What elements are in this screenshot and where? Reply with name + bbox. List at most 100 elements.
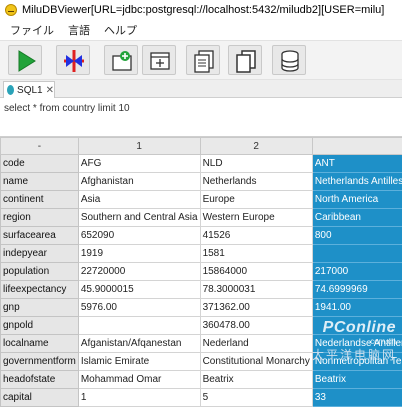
table-cell[interactable]: 74.6999969 <box>312 281 402 299</box>
table-cell[interactable]: Europe <box>200 191 312 209</box>
column-header[interactable]: - <box>1 138 79 155</box>
sql-text[interactable]: select * from country limit 10 <box>4 103 130 114</box>
table-cell[interactable]: 78.3000031 <box>200 281 312 299</box>
table-cell[interactable]: Constitutional Monarchy <box>200 353 312 371</box>
table-cell[interactable]: Western Europe <box>200 209 312 227</box>
table-cell[interactable]: 217000 <box>312 263 402 281</box>
table-cell[interactable]: 45.9000015 <box>78 281 200 299</box>
table-row: nameAfghanistanNetherlandsNetherlands An… <box>1 173 402 191</box>
table-row: lifeexpectancy45.900001578.300003174.699… <box>1 281 402 299</box>
table-cell[interactable]: AFG <box>78 155 200 173</box>
result-table: - 1 2 3 codeAFGNLDANTnameAfghanistanNeth… <box>0 137 402 407</box>
table-row: regionSouthern and Central AsiaWestern E… <box>1 209 402 227</box>
row-header[interactable]: gnp <box>1 299 79 317</box>
database-icon <box>278 49 302 73</box>
row-header[interactable]: population <box>1 263 79 281</box>
explain-button[interactable] <box>56 45 90 75</box>
table-cell[interactable]: Nederland <box>200 335 312 353</box>
table-row: population2272000015864000217000 <box>1 263 402 281</box>
copy-button[interactable] <box>228 45 262 75</box>
table-cell[interactable]: 22720000 <box>78 263 200 281</box>
edit-icon <box>148 49 172 73</box>
table-cell[interactable]: 371362.00 <box>200 299 312 317</box>
table-cell[interactable]: 800 <box>312 227 402 245</box>
copy-text-icon <box>192 49 216 73</box>
table-cell[interactable]: Nederlandse Antillen <box>312 335 402 353</box>
table-cell[interactable]: 5976.00 <box>78 299 200 317</box>
window-title: MiluDBViewer[URL=jdbc:postgresql://local… <box>22 4 384 16</box>
row-header[interactable]: lifeexpectancy <box>1 281 79 299</box>
copy-text-button[interactable] <box>186 45 220 75</box>
table-row: governmentformIslamic EmirateConstitutio… <box>1 353 402 371</box>
table-cell[interactable]: 41526 <box>200 227 312 245</box>
table-cell[interactable]: Asia <box>78 191 200 209</box>
row-header[interactable]: governmentform <box>1 353 79 371</box>
table-row: continentAsiaEuropeNorth America <box>1 191 402 209</box>
table-cell[interactable]: Beatrix <box>312 371 402 389</box>
database-button[interactable] <box>272 45 306 75</box>
row-header[interactable]: continent <box>1 191 79 209</box>
table-row: surfacearea65209041526800 <box>1 227 402 245</box>
table-cell[interactable]: Mohammad Omar <box>78 371 200 389</box>
column-header[interactable]: 3 <box>312 138 402 155</box>
tab-strip: SQL1 ✕ <box>0 80 402 98</box>
column-header[interactable]: 1 <box>78 138 200 155</box>
table-cell[interactable]: 360478.00 <box>200 317 312 335</box>
menu-help[interactable]: ヘルプ <box>104 22 137 38</box>
row-header[interactable]: capital <box>1 389 79 407</box>
table-cell[interactable]: Afghanistan <box>78 173 200 191</box>
run-icon <box>14 49 38 73</box>
table-cell[interactable]: Netherlands <box>200 173 312 191</box>
row-header[interactable]: region <box>1 209 79 227</box>
menu-language[interactable]: 言語 <box>68 22 90 38</box>
row-header[interactable]: name <box>1 173 79 191</box>
table-row: gnp5976.00371362.001941.00 <box>1 299 402 317</box>
table-cell[interactable]: Southern and Central Asia <box>78 209 200 227</box>
table-cell[interactable]: Beatrix <box>200 371 312 389</box>
result-grid[interactable]: - 1 2 3 codeAFGNLDANTnameAfghanistanNeth… <box>0 136 402 407</box>
table-row: gnpold 360478.00 <box>1 317 402 335</box>
new-tab-button[interactable] <box>104 45 138 75</box>
new-tab-icon <box>110 49 134 73</box>
row-header[interactable]: indepyear <box>1 245 79 263</box>
explain-icon <box>62 49 86 73</box>
table-cell[interactable]: Nonmetropolitan Territory of The Netherl… <box>312 353 402 371</box>
table-cell[interactable]: Caribbean <box>312 209 402 227</box>
table-cell[interactable]: 1919 <box>78 245 200 263</box>
menu-file[interactable]: ファイル <box>10 22 54 38</box>
table-row: codeAFGNLDANT <box>1 155 402 173</box>
table-row: localnameAfganistan/AfqanestanNederlandN… <box>1 335 402 353</box>
table-cell[interactable]: ANT <box>312 155 402 173</box>
table-cell[interactable]: 5 <box>200 389 312 407</box>
table-cell[interactable]: Islamic Emirate <box>78 353 200 371</box>
table-cell[interactable] <box>78 317 200 335</box>
table-cell[interactable] <box>312 245 402 263</box>
table-cell[interactable]: 33 <box>312 389 402 407</box>
table-cell[interactable]: 15864000 <box>200 263 312 281</box>
run-button[interactable] <box>8 45 42 75</box>
table-cell[interactable]: 1581 <box>200 245 312 263</box>
row-header[interactable]: code <box>1 155 79 173</box>
table-cell[interactable]: NLD <box>200 155 312 173</box>
row-header[interactable]: gnpold <box>1 317 79 335</box>
column-header[interactable]: 2 <box>200 138 312 155</box>
column-header-row: - 1 2 3 <box>1 138 402 155</box>
row-header[interactable]: surfacearea <box>1 227 79 245</box>
table-row: headofstateMohammad OmarBeatrixBeatrix <box>1 371 402 389</box>
row-header[interactable]: headofstate <box>1 371 79 389</box>
table-cell[interactable]: 1941.00 <box>312 299 402 317</box>
tab-sql1[interactable]: SQL1 ✕ <box>3 81 55 98</box>
table-cell[interactable]: Netherlands Antilles <box>312 173 402 191</box>
table-row: capital1533 <box>1 389 402 407</box>
close-icon[interactable]: ✕ <box>46 85 54 96</box>
row-header[interactable]: localname <box>1 335 79 353</box>
table-cell[interactable] <box>312 317 402 335</box>
table-row: indepyear19191581 <box>1 245 402 263</box>
table-cell[interactable]: 1 <box>78 389 200 407</box>
table-cell[interactable]: 652090 <box>78 227 200 245</box>
table-cell[interactable]: North America <box>312 191 402 209</box>
sql-editor[interactable]: select * from country limit 10 <box>0 98 402 134</box>
sql-tab-icon <box>7 85 14 95</box>
table-cell[interactable]: Afganistan/Afqanestan <box>78 335 200 353</box>
edit-button[interactable] <box>142 45 176 75</box>
